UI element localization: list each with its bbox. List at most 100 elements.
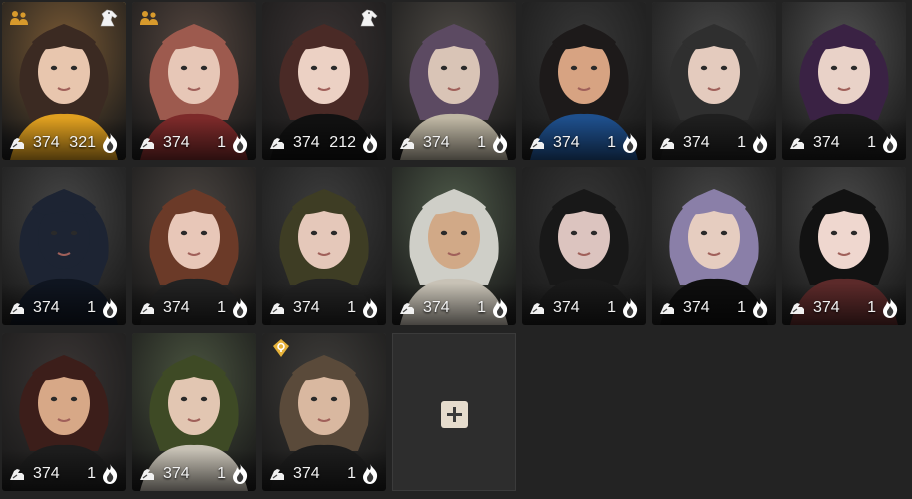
character-stats: 374 1 xyxy=(788,297,900,319)
energy-flame-icon xyxy=(363,133,378,153)
add-character-slot[interactable] xyxy=(392,333,516,491)
gear-score: 374 xyxy=(33,465,60,482)
energy-flame-icon xyxy=(103,133,118,153)
character-card[interactable]: 374 1 xyxy=(392,167,516,325)
energy-flame-icon xyxy=(883,298,898,318)
gear-score-icon xyxy=(530,137,544,149)
energy-flame-icon xyxy=(363,464,378,484)
horse-icon xyxy=(360,9,378,27)
character-card[interactable]: 374 1 xyxy=(262,333,386,491)
character-card[interactable]: 374 212 xyxy=(262,2,386,160)
character-stats: 374 212 xyxy=(268,132,380,154)
character-card[interactable]: 374 1 xyxy=(132,2,256,160)
character-card[interactable]: 374 321 xyxy=(2,2,126,160)
gear-score-icon xyxy=(10,137,24,149)
energy-flame-icon xyxy=(233,298,248,318)
energy-count: 1 xyxy=(347,465,356,482)
gear-score: 374 xyxy=(423,134,450,151)
energy-count: 1 xyxy=(607,299,616,316)
gear-score-icon xyxy=(270,468,284,480)
gear-score-icon xyxy=(530,302,544,314)
gear-score: 374 xyxy=(683,134,710,151)
character-card[interactable]: 374 1 xyxy=(652,167,776,325)
gear-score-icon xyxy=(400,137,414,149)
add-character-button[interactable] xyxy=(441,401,468,428)
character-stats: 374 1 xyxy=(138,297,250,319)
gear-score-icon xyxy=(400,302,414,314)
character-stats: 374 1 xyxy=(528,132,640,154)
character-card[interactable]: 374 1 xyxy=(132,167,256,325)
gear-score-icon xyxy=(660,137,674,149)
horse-icon xyxy=(100,9,118,27)
character-card[interactable]: 374 1 xyxy=(132,333,256,491)
gear-score: 374 xyxy=(813,134,840,151)
gear-score: 374 xyxy=(163,465,190,482)
energy-flame-icon xyxy=(623,298,638,318)
plus-icon xyxy=(447,407,462,422)
character-stats: 374 1 xyxy=(8,297,120,319)
character-stats: 374 1 xyxy=(8,463,120,485)
energy-flame-icon xyxy=(103,298,118,318)
character-stats: 374 1 xyxy=(788,132,900,154)
gear-score-icon xyxy=(270,302,284,314)
energy-flame-icon xyxy=(233,133,248,153)
energy-count: 1 xyxy=(477,134,486,151)
gear-score: 374 xyxy=(423,299,450,316)
energy-flame-icon xyxy=(493,298,508,318)
character-card[interactable]: 374 1 xyxy=(652,2,776,160)
character-card[interactable]: 374 1 xyxy=(522,167,646,325)
gear-score: 374 xyxy=(683,299,710,316)
gear-score: 374 xyxy=(553,134,580,151)
party-icon xyxy=(140,11,158,25)
character-stats: 374 1 xyxy=(138,463,250,485)
character-card[interactable]: 374 1 xyxy=(392,2,516,160)
gear-score: 374 xyxy=(293,134,320,151)
energy-count: 1 xyxy=(217,299,226,316)
gear-score: 374 xyxy=(293,465,320,482)
energy-flame-icon xyxy=(753,298,768,318)
gear-score-icon xyxy=(660,302,674,314)
gear-score: 374 xyxy=(163,134,190,151)
character-stats: 374 1 xyxy=(398,132,510,154)
gear-score: 374 xyxy=(33,134,60,151)
gear-score-icon xyxy=(140,302,154,314)
gear-score-icon xyxy=(140,137,154,149)
character-stats: 374 1 xyxy=(658,132,770,154)
energy-count: 1 xyxy=(347,299,356,316)
energy-count: 1 xyxy=(607,134,616,151)
gear-score: 374 xyxy=(33,299,60,316)
energy-flame-icon xyxy=(883,133,898,153)
character-stats: 374 1 xyxy=(528,297,640,319)
party-icon xyxy=(10,11,28,25)
energy-count: 321 xyxy=(69,134,96,151)
gold-badge-icon xyxy=(273,339,289,357)
gear-score: 374 xyxy=(813,299,840,316)
character-stats: 374 1 xyxy=(268,463,380,485)
character-stats: 374 1 xyxy=(658,297,770,319)
energy-count: 1 xyxy=(477,299,486,316)
gear-score: 374 xyxy=(293,299,320,316)
character-stats: 374 321 xyxy=(8,132,120,154)
energy-flame-icon xyxy=(753,133,768,153)
gear-score-icon xyxy=(140,468,154,480)
character-card[interactable]: 374 1 xyxy=(2,333,126,491)
energy-count: 1 xyxy=(867,299,876,316)
energy-flame-icon xyxy=(493,133,508,153)
character-stats: 374 1 xyxy=(268,297,380,319)
gear-score-icon xyxy=(790,137,804,149)
character-card[interactable]: 374 1 xyxy=(262,167,386,325)
energy-flame-icon xyxy=(623,133,638,153)
gear-score-icon xyxy=(270,137,284,149)
gear-score-icon xyxy=(10,468,24,480)
energy-flame-icon xyxy=(233,464,248,484)
character-card[interactable]: 374 1 xyxy=(522,2,646,160)
energy-count: 1 xyxy=(737,134,746,151)
gear-score: 374 xyxy=(553,299,580,316)
energy-count: 1 xyxy=(87,465,96,482)
character-card[interactable]: 374 1 xyxy=(782,2,906,160)
character-card[interactable]: 374 1 xyxy=(2,167,126,325)
energy-count: 1 xyxy=(867,134,876,151)
energy-count: 1 xyxy=(217,134,226,151)
character-card[interactable]: 374 1 xyxy=(782,167,906,325)
energy-flame-icon xyxy=(103,464,118,484)
